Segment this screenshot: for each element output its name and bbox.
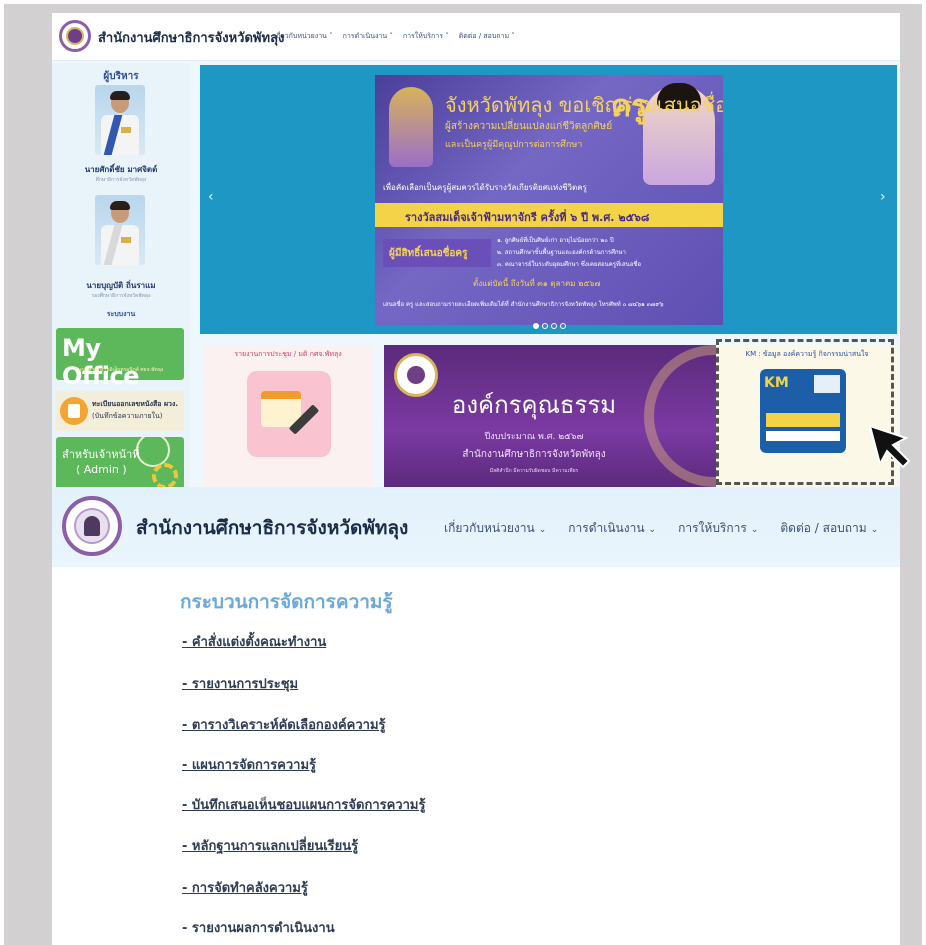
poster-sub-2: และเป็นครูผู้มีคุณูปการต่อการศึกษา [445, 140, 583, 150]
award-poster[interactable]: จังหวัดพัทลุง ขอเชิญร่วมเสนอชื่อ... ครู … [375, 75, 723, 325]
mouse-pointer-icon [868, 424, 911, 469]
menu-about[interactable]: เกี่ยวกับหน่วยงาน ⌄ [444, 519, 546, 538]
org-card-title: องค์กรคุณธรรม [451, 391, 617, 419]
menu-about[interactable]: เกี่ยวกับหน่วยงาน ˅ [274, 31, 333, 42]
org-card-tagline: มีสติสำนึก มีความรับผิดชอบ มีความเพียร [489, 468, 579, 474]
admin-line-2: ( Admin ) [76, 463, 127, 476]
poster-award-bar: รางวัลสมเด็จเจ้าฟ้ามหาจักรี ครั้งที่ ๖ ป… [375, 203, 723, 227]
admin-banner[interactable]: สำหรับเจ้าหน้าที่ ( Admin ) [56, 437, 184, 487]
register-line-2: (บันทึกข้อความภายใน) [92, 412, 163, 420]
myoffice-label: My Office [62, 334, 140, 390]
menu-contact[interactable]: ติดต่อ / สอบถาม ˅ [459, 31, 515, 42]
km-link-appointment-order[interactable]: - คำสั่งแต่งตั้งคณะทำงาน [182, 631, 326, 652]
menu-contact[interactable]: ติดต่อ / สอบถาม ⌄ [780, 519, 878, 538]
km-link-results-report[interactable]: - รายงานผลการดำเนินงาน [182, 917, 335, 938]
gear-icon [152, 463, 178, 487]
chevron-down-icon: ⌄ [750, 525, 759, 535]
km-link-analysis-table[interactable]: - ตารางวิเคราะห์คัดเลือกองค์ความรู้ [182, 714, 386, 735]
carousel-next-icon[interactable]: › [880, 189, 886, 205]
org-card-year: ปีงบประมาณ พ.ศ. ๒๕๖๗ [484, 432, 584, 442]
moral-organization-card[interactable]: องค์กรคุณธรรม ปีงบประมาณ พ.ศ. ๒๕๖๗ สำนัก… [384, 345, 754, 487]
document-edit-icon [60, 397, 88, 425]
site-logo[interactable] [59, 20, 91, 52]
carousel-dot-1[interactable] [533, 323, 539, 329]
poster-nominator-box: ผู้มีสิทธิ์เสนอชื่อครู [383, 239, 491, 267]
km-link-exchange-evidence[interactable]: - หลักฐานการแลกเปลี่ยนเรียนรู้ [182, 835, 358, 856]
poster-criterion-1: ๑. ลูกศิษย์ที่เป็นศิษย์เก่า อายุไม่น้อยก… [497, 237, 614, 244]
poster-nominator: ผู้มีสิทธิ์เสนอชื่อครู [389, 248, 468, 259]
hero-carousel: ‹ › จังหวัดพัทลุง ขอเชิญร่วมเสนอชื่อ... … [200, 65, 897, 334]
executive-role-1: ศึกษาธิการจังหวัดพัทลุง [95, 177, 147, 183]
menu-services[interactable]: การให้บริการ ⌄ [678, 519, 758, 538]
km-page-screenshot: สำนักงานศึกษาธิการจังหวัดพัทลุง เกี่ยวกั… [52, 487, 900, 945]
executive-role-2: รองศึกษาธิการจังหวัดพัทลุง [91, 293, 151, 299]
menu-operations[interactable]: การดำเนินงาน ⌄ [568, 519, 656, 538]
register-line-1: ทะเบียนออกเลขหนังสือ ผวง. [92, 400, 179, 408]
poster-criterion-3: ๓. คณาจารย์ในระดับอุดมศึกษา ซึ่งเคยสอนคร… [497, 261, 642, 268]
poster-khru: ครู [611, 89, 648, 124]
admin-line-1: สำหรับเจ้าหน้าที่ [62, 448, 140, 461]
menu-operations-label: การดำเนินงาน [568, 521, 645, 535]
site-title[interactable]: สำนักงานศึกษาธิการจังหวัดพัทลุง [136, 513, 408, 543]
chevron-down-icon: ⌄ [538, 525, 547, 535]
km-link-knowledge-repository[interactable]: - การจัดทำคลังความรู้ [182, 877, 308, 898]
systems-heading: ระบบงาน [106, 310, 136, 318]
executive-photo-2 [95, 195, 145, 265]
menu-about-label: เกี่ยวกับหน่วยงาน [444, 521, 535, 535]
km-link-plan-approval-memo[interactable]: - บันทึกเสนอเห็นชอบแผนการจัดการความรู้ [182, 794, 425, 815]
carousel-dot-3[interactable] [551, 323, 557, 329]
note-pencil-icon [247, 371, 331, 457]
poster-deadline: ตั้งแต่บัดนี้ ถึงวันที่ ๓๑ ตุลาคม ๒๕๖๗ [473, 279, 601, 288]
site-logo[interactable] [62, 496, 122, 556]
km-link-km-plan[interactable]: - แผนการจัดการความรู้ [182, 754, 316, 775]
km-navbar: สำนักงานศึกษาธิการจังหวัดพัทลุง เกี่ยวกั… [52, 487, 900, 567]
poster-sub-1: ผู้สร้างความเปลี่ยนแปลงแก่ชีวิตลูกศิษย์ [445, 121, 613, 132]
poster-award-text: รางวัลสมเด็จเจ้าฟ้ามหาจักรี ครั้งที่ ๖ ป… [405, 211, 650, 224]
poster-headline: จังหวัดพัทลุง ขอเชิญร่วมเสนอชื่อ... [445, 93, 723, 117]
poster-criterion-2: ๒. สถานศึกษาขั้นพื้นฐานและองค์กรด้านการศ… [497, 249, 626, 256]
document-register-banner[interactable]: ทะเบียนออกเลขหนังสือ ผวง. (บันทึกข้อความ… [56, 391, 184, 431]
site-title[interactable]: สำนักงานศึกษาธิการจังหวัดพัทลุง [98, 27, 284, 48]
poster-invite: เพื่อคัดเลือกเป็นครูผู้สมควรได้รับรางวัล… [383, 183, 587, 192]
carousel-indicators [533, 323, 566, 329]
carousel-prev-icon[interactable]: ‹ [208, 189, 214, 205]
main-menu: เกี่ยวกับหน่วยงาน ˅ การดำเนินงาน ˅ การให… [274, 31, 515, 42]
chevron-down-icon: ⌄ [870, 525, 879, 535]
org-card-office: สำนักงานศึกษาธิการจังหวัดพัทลุง [462, 449, 606, 460]
myoffice-banner[interactable]: My Office ระบบสำนักงานอิเล็กทรอนิกส์ ศธจ… [56, 328, 184, 390]
top-navbar: สำนักงานศึกษาธิการจังหวัดพัทลุง เกี่ยวกั… [52, 13, 900, 61]
km-link-meeting-report[interactable]: - รายงานการประชุม [182, 673, 298, 694]
chevron-down-icon: ⌄ [648, 525, 657, 535]
menu-contact-label: ติดต่อ / สอบถาม [780, 521, 867, 535]
carousel-dot-2[interactable] [542, 323, 548, 329]
executive-name-2: นายบุญบัติ ถิ่นราแม [86, 281, 156, 290]
royal-emblem-icon [389, 87, 433, 167]
menu-services[interactable]: การให้บริการ ˅ [403, 31, 449, 42]
executive-name-1: นายศักดิ์ชัย มาศจิตต์ [84, 165, 158, 174]
km-content [52, 567, 900, 945]
page-title: กระบวนการจัดการความรู้ [180, 591, 393, 613]
menu-operations[interactable]: การดำเนินงาน ˅ [343, 31, 393, 42]
meeting-card-title: รายงานการประชุม / มติ กศจ.พัทลุง [234, 350, 342, 358]
executives-heading: ผู้บริหาร [103, 71, 139, 82]
executive-photo-1 [95, 85, 145, 155]
poster-footer: เสนอชื่อ ครู และสอบถามรายละเอียดเพิ่มเติ… [383, 301, 664, 308]
meeting-report-card[interactable]: รายงานการประชุม / มติ กศจ.พัทลุง [203, 345, 373, 487]
carousel-dot-4[interactable] [560, 323, 566, 329]
menu-services-label: การให้บริการ [678, 521, 747, 535]
myoffice-caption: ระบบสำนักงานอิเล็กทรอนิกส์ ศธจ.พัทลุง [76, 367, 164, 373]
main-menu: เกี่ยวกับหน่วยงาน ⌄ การดำเนินงาน ⌄ การให้บ… [444, 519, 878, 538]
